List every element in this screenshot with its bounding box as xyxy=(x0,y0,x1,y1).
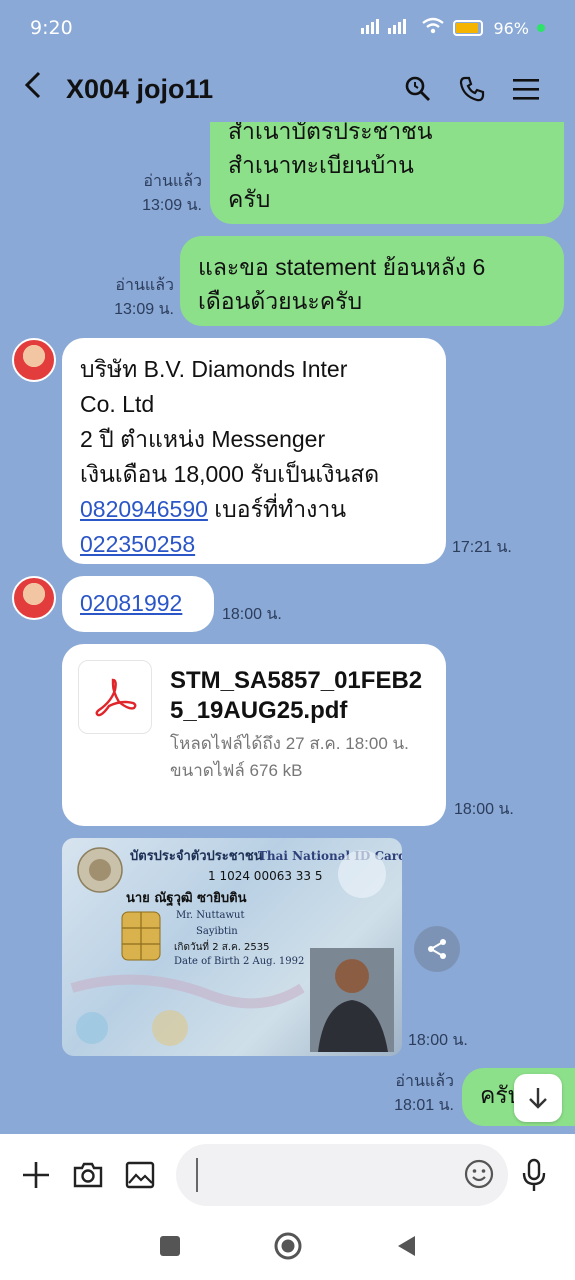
phone-link[interactable]: 0820946590 xyxy=(80,496,208,522)
id-card-dob-en: Date of Birth 2 Aug. 1992 xyxy=(174,956,304,967)
system-nav-bar xyxy=(0,1216,575,1280)
contact-avatar[interactable] xyxy=(12,576,56,620)
search-icon xyxy=(405,76,430,101)
text-cursor xyxy=(196,1158,198,1192)
message-text-fragment: เบอร์ที่ทำงาน xyxy=(207,496,347,522)
id-card-lastname-en: Sayibtin xyxy=(196,926,238,937)
add-button[interactable] xyxy=(10,1149,62,1201)
message-time: 18:00 น. xyxy=(454,801,514,818)
incoming-message-bubble[interactable]: 02081992 xyxy=(62,576,214,632)
message-meta: อ่านแล้ว 13:09 น. xyxy=(92,274,174,322)
chat-messages[interactable]: สำเนาบัตรประชาชน สำเนาทะเบียนบ้าน ครับ อ… xyxy=(0,122,575,1134)
scroll-to-bottom-button[interactable] xyxy=(514,1074,562,1122)
microphone-icon xyxy=(522,1158,546,1191)
chat-title: X004 jojo11 xyxy=(66,73,214,104)
id-card-title-th: บัตรประจำตัวประชาชน xyxy=(130,848,263,864)
read-receipt: อ่านแล้ว xyxy=(115,277,174,294)
image-icon xyxy=(125,1161,155,1189)
gallery-button[interactable] xyxy=(114,1149,166,1201)
message-text-line: Co. Ltd xyxy=(80,391,155,417)
message-time: 18:00 น. xyxy=(222,606,282,623)
message-text-line: สำเนาทะเบียนบ้าน xyxy=(228,152,414,178)
menu-button[interactable] xyxy=(499,78,553,100)
message-text-line: 0820946590 เบอร์ที่ทำงาน xyxy=(80,492,428,527)
search-button[interactable] xyxy=(391,75,445,103)
id-card-name-en: Mr. Nuttawut xyxy=(176,910,245,921)
status-bar: 9:20 96% xyxy=(0,0,575,56)
plus-icon xyxy=(23,1162,49,1188)
message-text-line: 022350258 xyxy=(80,527,428,562)
file-download-expiry: โหลดไฟล์ได้ถึง 27 ส.ค. 18:00 น. xyxy=(170,734,409,753)
chevron-left-icon xyxy=(24,71,41,99)
message-time: 13:09 น. xyxy=(114,301,174,318)
read-receipt: อ่านแล้ว xyxy=(143,173,202,190)
share-button[interactable] xyxy=(414,926,460,972)
signal-icon xyxy=(361,18,413,38)
message-text-line: เดือนด้วยนะครับ xyxy=(198,288,363,314)
message-text-line: บริษัท B.V. Diamonds Inter xyxy=(80,356,348,382)
home-button[interactable] xyxy=(273,1231,303,1265)
phone-icon xyxy=(459,76,485,102)
camera-button[interactable] xyxy=(62,1149,114,1201)
message-text-line: สำเนาบัตรประชาชน xyxy=(228,122,433,144)
pdf-file-icon xyxy=(78,660,152,734)
outgoing-message-bubble[interactable]: สำเนาบัตรประชาชน สำเนาทะเบียนบ้าน ครับ xyxy=(210,122,564,224)
file-info: โหลดไฟล์ได้ถึง 27 ส.ค. 18:00 น. ขนาดไฟล์… xyxy=(170,730,430,784)
privacy-dot-icon xyxy=(537,24,545,32)
hamburger-menu-icon xyxy=(513,79,539,100)
outgoing-message-bubble[interactable]: และขอ statement ย้อนหลัง 6 เดือนด้วยนะคร… xyxy=(180,236,564,326)
battery-icon xyxy=(453,20,484,36)
message-text-line: ครับ xyxy=(228,186,271,212)
message-time: 18:00 น. xyxy=(408,1032,468,1049)
arrow-down-icon xyxy=(529,1088,547,1109)
message-meta: อ่านแล้ว 18:01 น. xyxy=(372,1070,454,1118)
recent-apps-button[interactable] xyxy=(159,1235,181,1261)
home-circle-icon xyxy=(274,1232,301,1260)
square-icon xyxy=(159,1236,180,1256)
id-card-image: บัตรประจำตัวประชาชน Thai National ID Car… xyxy=(70,847,402,1052)
contact-avatar[interactable] xyxy=(12,338,56,382)
message-time: 13:09 น. xyxy=(142,197,202,214)
read-receipt: อ่านแล้ว xyxy=(395,1073,454,1090)
back-nav-button[interactable] xyxy=(395,1234,417,1262)
chat-header: X004 jojo11 xyxy=(0,56,575,122)
file-name: STM_SA5857_01FEB25_19AUG25.pdf xyxy=(170,667,423,724)
file-message-card[interactable]: STM_SA5857_01FEB25_19AUG25.pdf โหลดไฟล์ไ… xyxy=(62,644,446,826)
emoji-icon xyxy=(464,1159,494,1189)
file-size: ขนาดไฟล์ 676 kB xyxy=(170,761,303,780)
id-card-number: 1 1024 00063 33 5 xyxy=(208,869,323,883)
image-message[interactable]: บัตรประจำตัวประชาชน Thai National ID Car… xyxy=(62,838,402,1056)
status-icons: 96% xyxy=(361,17,545,39)
camera-icon xyxy=(73,1162,103,1188)
triangle-back-icon xyxy=(397,1236,415,1256)
message-text-line: เงินเดือน 18,000 รับเป็นเงินสด xyxy=(80,461,380,487)
share-icon xyxy=(428,939,446,959)
phone-link[interactable]: 022350258 xyxy=(80,531,195,557)
message-text-line: และขอ statement ย้อนหลัง 6 xyxy=(198,254,486,280)
voice-button[interactable] xyxy=(522,1158,546,1196)
wifi-icon xyxy=(421,17,445,39)
back-button[interactable] xyxy=(22,69,66,109)
id-card-dob-th: เกิดวันที่ 2 ส.ค. 2535 xyxy=(174,939,270,953)
phone-link[interactable]: 02081992 xyxy=(80,590,182,616)
status-time: 9:20 xyxy=(30,17,73,39)
message-text-line: 2 ปี ตำแหน่ง Messenger xyxy=(80,426,326,452)
id-card-name-th: นาย ณัฐวุฒิ ซายิบติน xyxy=(126,891,247,907)
message-time: 17:21 น. xyxy=(452,539,512,556)
battery-level: 96% xyxy=(493,18,529,38)
message-input[interactable] xyxy=(176,1144,508,1206)
emoji-button[interactable] xyxy=(464,1159,494,1193)
message-meta: อ่านแล้ว 13:09 น. xyxy=(120,170,202,218)
incoming-message-bubble[interactable]: บริษัท B.V. Diamonds Inter Co. Ltd 2 ปี … xyxy=(62,338,446,564)
message-time: 18:01 น. xyxy=(394,1097,454,1114)
call-button[interactable] xyxy=(445,75,499,103)
